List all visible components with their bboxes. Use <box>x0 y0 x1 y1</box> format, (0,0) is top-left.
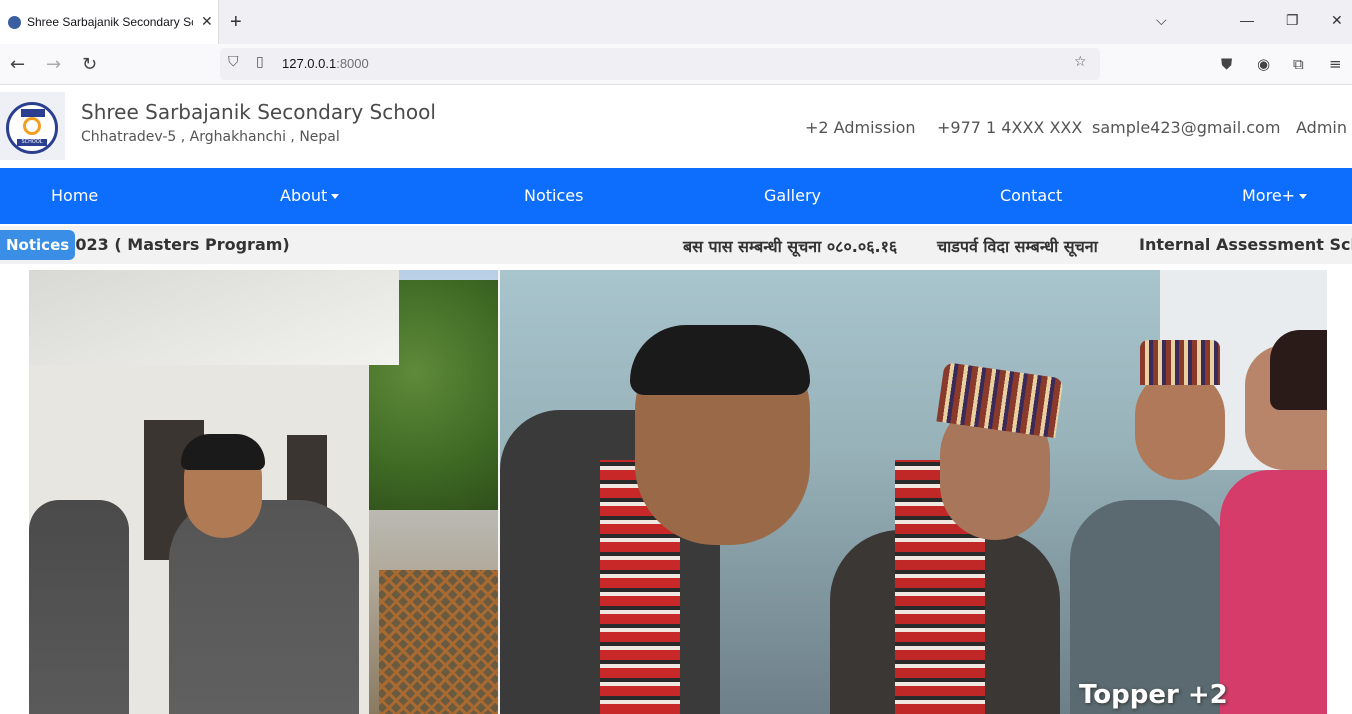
nav-notices[interactable]: Notices <box>524 186 583 205</box>
address-bar[interactable]: ⛉ ▯ 127.0.0.1:8000 ☆ <box>220 48 1100 80</box>
photo-roof <box>29 270 399 365</box>
graduation-cap-icon <box>21 109 45 117</box>
photo-person <box>169 500 359 714</box>
close-tab-icon[interactable]: ✕ <box>201 14 213 30</box>
caret-down-icon <box>331 194 340 199</box>
nav-more-label: More+ <box>1242 186 1296 205</box>
nav-more[interactable]: More+ <box>1242 186 1308 205</box>
tab-list-chevron-icon[interactable]: ⌵ <box>1156 12 1167 29</box>
notice-item[interactable]: Internal Assessment Schedule, Spring 202… <box>1139 235 1352 254</box>
notice-item[interactable]: चाडपर्व विदा सम्बन्धी सूचना <box>937 235 1098 257</box>
image-slider[interactable]: Topper +2 <box>29 270 1327 714</box>
new-tab-icon[interactable]: + <box>230 11 242 34</box>
maximize-icon[interactable]: ❐ <box>1286 12 1299 29</box>
slide-photo-left <box>29 270 498 714</box>
email-link[interactable]: sample423@gmail.com <box>1092 118 1280 137</box>
nav-about-label: About <box>280 186 328 205</box>
page-icon: ▯ <box>256 54 264 70</box>
nav-contact[interactable]: Contact <box>1000 186 1062 205</box>
site-header: SCHOOL Shree Sarbajanik Secondary School… <box>0 86 1352 168</box>
nav-home[interactable]: Home <box>51 186 98 205</box>
minimize-icon[interactable]: — <box>1240 12 1254 28</box>
browser-tab[interactable]: Shree Sarbajanik Secondary Sch ✕ <box>0 0 219 44</box>
browser-tab-bar: Shree Sarbajanik Secondary Sch ✕ + ⌵ — ❐… <box>0 0 1352 44</box>
pocket-icon[interactable]: ⛊ <box>1221 55 1232 73</box>
photo-dhaka-topi <box>1140 340 1220 385</box>
nav-gallery[interactable]: Gallery <box>764 186 821 205</box>
tab-title: Shree Sarbajanik Secondary Sch <box>27 15 193 29</box>
favicon-icon <box>8 15 21 29</box>
menu-icon[interactable]: ≡ <box>1329 55 1342 73</box>
url-port: :8000 <box>336 56 369 71</box>
close-window-icon[interactable]: ✕ <box>1331 12 1343 29</box>
school-address: Chhatradev-5 , Arghakhanchi , Nepal <box>81 129 340 145</box>
shield-icon[interactable]: ⛉ <box>228 54 239 70</box>
photo-person-hair <box>630 325 810 395</box>
account-icon[interactable]: ◉ <box>1257 55 1270 73</box>
slide-caption: Topper +2 <box>1079 680 1228 710</box>
school-name[interactable]: Shree Sarbajanik Secondary School <box>81 100 436 124</box>
logo-ring: SCHOOL <box>6 102 58 154</box>
url-text[interactable]: 127.0.0.1:8000 <box>282 56 369 71</box>
extensions-icon[interactable]: ⧉ <box>1293 55 1304 73</box>
caret-down-icon <box>1299 194 1308 199</box>
notice-item[interactable]: Internal Assessment Schedule, Spring 202… <box>75 235 290 254</box>
forward-icon[interactable]: → <box>46 54 61 75</box>
logo-band: SCHOOL <box>17 139 47 146</box>
logo-emblem <box>23 117 41 135</box>
photo-person-hair <box>181 434 265 470</box>
photo-person <box>1220 470 1327 714</box>
photo-person <box>29 500 129 714</box>
photo-fence <box>379 570 498 714</box>
ticker-track: Internal Assessment Schedule, Spring 202… <box>75 226 1352 264</box>
photo-person-hair <box>1270 330 1327 410</box>
admission-link[interactable]: +2 Admission <box>805 118 916 137</box>
url-host: 127.0.0.1 <box>282 56 337 71</box>
back-icon[interactable]: ← <box>10 54 25 75</box>
main-nav: Home About Notices Gallery Contact More+ <box>0 168 1352 224</box>
photo-person-head <box>1135 370 1225 480</box>
phone-link[interactable]: +977 1 4XXX XXX <box>937 118 1082 137</box>
notice-ticker: Notices Internal Assessment Schedule, Sp… <box>0 226 1352 264</box>
admin-link[interactable]: Admin <box>1296 118 1347 137</box>
nav-about[interactable]: About <box>280 186 340 205</box>
ticker-label: Notices <box>0 230 75 260</box>
bookmark-star-icon[interactable]: ☆ <box>1074 54 1087 70</box>
school-logo[interactable]: SCHOOL <box>0 92 65 160</box>
notice-item[interactable]: बस पास सम्बन्धी सूचना ०८०.०६.१६ <box>683 235 897 257</box>
slide-photo-right <box>500 270 1327 714</box>
reload-icon[interactable]: ↻ <box>82 54 97 75</box>
browser-toolbar: ← → ↻ ⛉ ▯ 127.0.0.1:8000 ☆ ⛊ ◉ ⧉ ≡ <box>0 44 1352 85</box>
